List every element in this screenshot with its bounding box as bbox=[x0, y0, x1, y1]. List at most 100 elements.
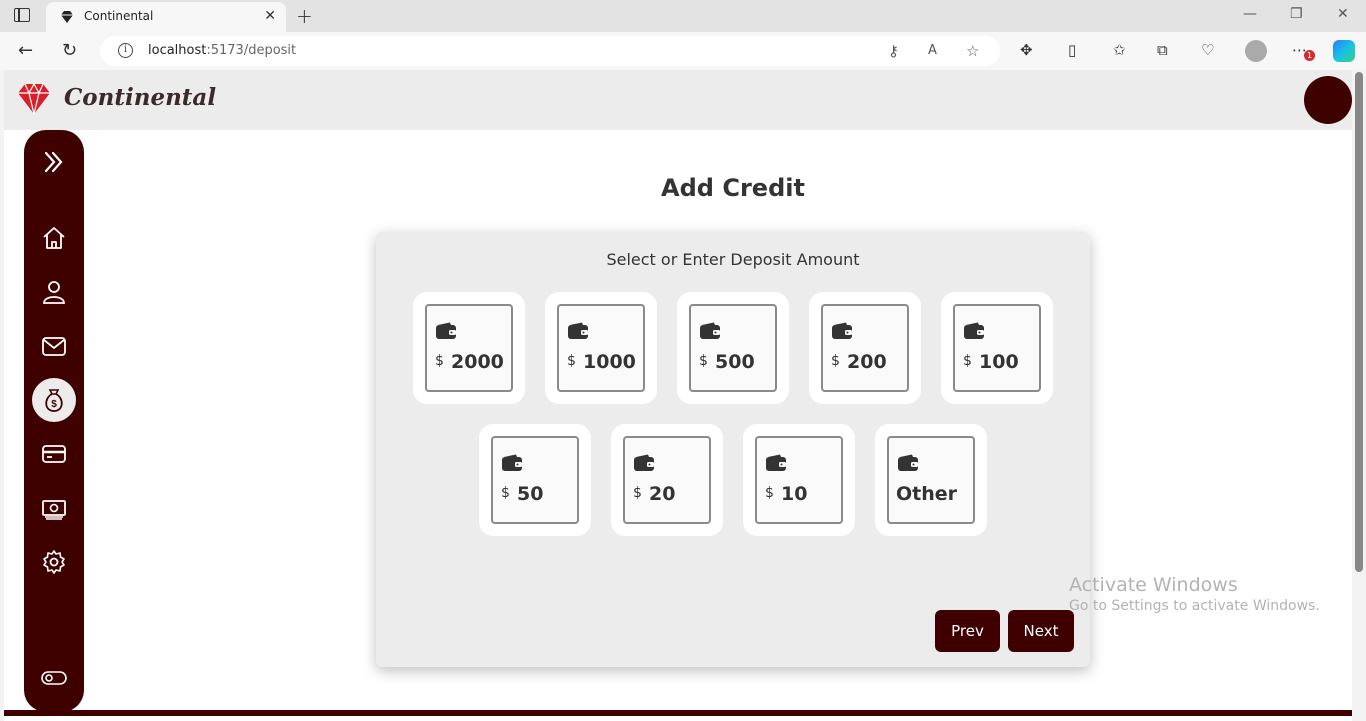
window-close-icon[interactable]: ✕ bbox=[1337, 6, 1349, 22]
scrollbar-thumb[interactable] bbox=[1355, 72, 1363, 572]
wallet-icon bbox=[964, 322, 984, 339]
other-amount-label: Other bbox=[896, 483, 958, 505]
amount-option-box[interactable]: $20 bbox=[623, 436, 711, 524]
user-icon bbox=[43, 281, 65, 304]
amount-option-10[interactable]: $10 bbox=[743, 424, 855, 536]
gear-icon bbox=[43, 550, 65, 574]
toggle-icon bbox=[41, 671, 67, 685]
diamond-favicon-icon bbox=[61, 11, 73, 23]
tab-close-icon[interactable]: ✕ bbox=[264, 8, 276, 24]
app-page: Continental $ Add Credit Select or Enter… bbox=[4, 70, 1352, 721]
reload-icon[interactable]: ↻ bbox=[62, 40, 77, 61]
currency-symbol: $ bbox=[831, 353, 840, 369]
amount-option-500[interactable]: $500 bbox=[677, 292, 789, 404]
sidebar-item-profile[interactable] bbox=[32, 270, 76, 314]
browser-tab[interactable]: Continental ✕ bbox=[46, 2, 286, 32]
card-subtitle: Select or Enter Deposit Amount bbox=[606, 250, 860, 269]
favorite-star-icon[interactable]: ☆ bbox=[966, 42, 979, 60]
wallet-icon bbox=[436, 322, 456, 339]
address-bar[interactable]: i localhost:5173/deposit ⚷ A ☆ bbox=[100, 36, 1000, 66]
mail-icon bbox=[42, 337, 66, 356]
amount-option-box[interactable]: $500 bbox=[689, 304, 777, 392]
app-header: Continental bbox=[4, 70, 1352, 130]
amount-option-box[interactable]: $200 bbox=[821, 304, 909, 392]
amount-value: 200 bbox=[847, 351, 887, 373]
sidebar-item-settings[interactable] bbox=[32, 540, 76, 584]
activation-watermark-text: Go to Settings to activate Windows. bbox=[1069, 598, 1320, 614]
favorites-icon[interactable]: ✩ bbox=[1113, 41, 1126, 59]
currency-symbol: $ bbox=[501, 485, 510, 501]
amount-option-20[interactable]: $20 bbox=[611, 424, 723, 536]
sidebar-item-cash[interactable] bbox=[32, 486, 76, 530]
amount-value: 10 bbox=[781, 483, 808, 505]
amount-value: 50 bbox=[517, 483, 544, 505]
page-title: Add Credit bbox=[661, 174, 805, 202]
double-chevron-right-icon bbox=[44, 151, 63, 173]
amount-option-100[interactable]: $100 bbox=[941, 292, 1053, 404]
amount-option-200[interactable]: $200 bbox=[809, 292, 921, 404]
next-button[interactable]: Next bbox=[1008, 610, 1074, 652]
amount-value: 1000 bbox=[583, 351, 636, 373]
svg-text:$: $ bbox=[51, 399, 57, 410]
new-tab-button[interactable]: + bbox=[296, 4, 313, 28]
split-screen-icon[interactable]: ▯ bbox=[1068, 41, 1076, 59]
browser-toolbar: ← ↻ i localhost:5173/deposit ⚷ A ☆ ✥ ▯ ✩… bbox=[0, 32, 1366, 70]
brand-name: Continental bbox=[64, 84, 217, 111]
notification-badge: 1 bbox=[1304, 50, 1315, 61]
sidebar: $ bbox=[24, 130, 84, 712]
minimize-icon[interactable]: — bbox=[1243, 6, 1257, 22]
amount-option-other[interactable]: Other bbox=[875, 424, 987, 536]
activation-watermark-title: Activate Windows bbox=[1069, 574, 1238, 596]
user-avatar[interactable] bbox=[1304, 76, 1352, 124]
prev-button[interactable]: Prev bbox=[935, 610, 1000, 652]
cash-icon bbox=[42, 500, 66, 520]
amount-option-2000[interactable]: $2000 bbox=[413, 292, 525, 404]
wallet-icon bbox=[502, 454, 522, 471]
profile-avatar[interactable] bbox=[1245, 40, 1267, 62]
copilot-icon[interactable] bbox=[1333, 40, 1355, 62]
page-scrollbar[interactable] bbox=[1352, 70, 1366, 721]
tab-title: Continental bbox=[84, 9, 154, 23]
info-icon[interactable]: i bbox=[118, 43, 133, 58]
browser-tab-bar: Continental ✕ + — ❐ ✕ bbox=[0, 0, 1366, 32]
amount-value: 20 bbox=[649, 483, 676, 505]
currency-symbol: $ bbox=[567, 353, 576, 369]
amount-option-box[interactable]: $100 bbox=[953, 304, 1041, 392]
sidebar-theme-toggle[interactable] bbox=[32, 656, 76, 700]
sidebar-item-cards[interactable] bbox=[32, 432, 76, 476]
amount-value: 2000 bbox=[451, 351, 504, 373]
amount-option-box[interactable]: Other bbox=[887, 436, 975, 524]
amount-value: 100 bbox=[979, 351, 1019, 373]
currency-symbol: $ bbox=[765, 485, 774, 501]
amount-option-box[interactable]: $50 bbox=[491, 436, 579, 524]
amount-option-box[interactable]: $10 bbox=[755, 436, 843, 524]
read-aloud-icon[interactable]: A bbox=[928, 43, 937, 58]
sidebar-toggle-icon[interactable] bbox=[14, 8, 30, 22]
home-icon bbox=[43, 227, 65, 249]
browser-essentials-icon[interactable]: ♡ bbox=[1201, 41, 1214, 59]
footer-bar bbox=[4, 710, 1352, 716]
restore-icon[interactable]: ❐ bbox=[1290, 6, 1303, 22]
deposit-card: Select or Enter Deposit Amount $2000 $100… bbox=[376, 232, 1090, 667]
sidebar-item-mail[interactable] bbox=[32, 324, 76, 368]
wallet-icon bbox=[568, 322, 588, 339]
wallet-icon bbox=[700, 322, 720, 339]
amount-option-50[interactable]: $50 bbox=[479, 424, 591, 536]
back-arrow-icon[interactable]: ← bbox=[18, 40, 33, 61]
sidebar-item-deposit[interactable]: $ bbox=[32, 378, 76, 422]
wallet-icon bbox=[766, 454, 786, 471]
currency-symbol: $ bbox=[963, 353, 972, 369]
currency-symbol: $ bbox=[435, 353, 444, 369]
key-icon[interactable]: ⚷ bbox=[888, 42, 899, 60]
sidebar-item-home[interactable] bbox=[32, 216, 76, 260]
amount-option-box[interactable]: $2000 bbox=[425, 304, 513, 392]
extensions-icon[interactable]: ✥ bbox=[1020, 41, 1033, 59]
collections-icon[interactable]: ⧉ bbox=[1157, 41, 1168, 59]
amount-option-box[interactable]: $1000 bbox=[557, 304, 645, 392]
amount-option-1000[interactable]: $1000 bbox=[545, 292, 657, 404]
url-text[interactable]: localhost:5173/deposit bbox=[148, 43, 296, 58]
wallet-icon bbox=[898, 454, 918, 471]
amount-value: 500 bbox=[715, 351, 755, 373]
gem-logo-icon bbox=[18, 82, 50, 115]
wallet-icon bbox=[634, 454, 654, 471]
